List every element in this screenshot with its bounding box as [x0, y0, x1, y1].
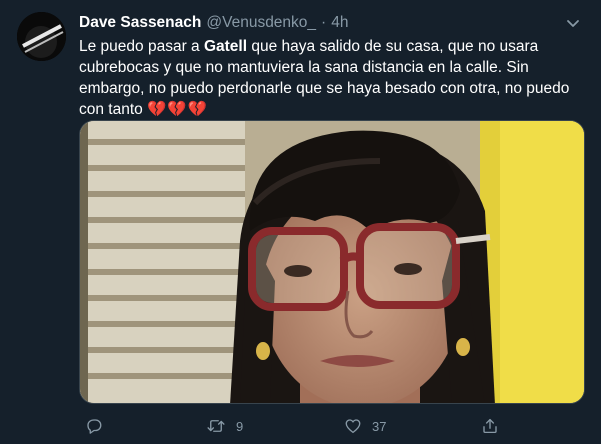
like-button[interactable]: 37 [344, 414, 386, 438]
retweet-count: 9 [236, 418, 244, 434]
separator-dot: · [321, 14, 327, 31]
author-handle[interactable]: @Venusdenko_ [206, 14, 316, 32]
tweet-media-image[interactable] [79, 120, 585, 404]
tweet-text-part1: Le puedo pasar a [79, 38, 204, 55]
tweet-menu-button[interactable] [562, 12, 584, 34]
heart-icon [345, 419, 361, 434]
share-button[interactable] [481, 414, 499, 438]
retweet-button[interactable]: 9 [206, 414, 243, 438]
retweet-icon [207, 420, 225, 432]
tweet-header: Dave Sassenach @Venusdenko_ · 4h [79, 12, 348, 34]
reply-button[interactable] [85, 414, 113, 438]
mentioned-name: Gatell [203, 38, 248, 55]
like-count: 37 [372, 418, 387, 434]
broken-heart-emoji: 💔💔💔 [147, 101, 208, 118]
share-icon [483, 418, 497, 434]
tweet-actions: 9 37 [79, 414, 519, 438]
chevron-down-icon [567, 20, 579, 27]
media-photo [80, 121, 584, 403]
avatar[interactable] [17, 12, 66, 61]
author-display-name[interactable]: Dave Sassenach [79, 14, 201, 32]
tweet[interactable]: Dave Sassenach @Venusdenko_ · 4h Le pued… [0, 0, 601, 444]
reply-icon [87, 419, 102, 434]
tweet-timestamp[interactable]: 4h [331, 14, 348, 32]
avatar-image [17, 12, 66, 61]
tweet-text: Le puedo pasar a Gatell que haya salido … [79, 36, 579, 120]
